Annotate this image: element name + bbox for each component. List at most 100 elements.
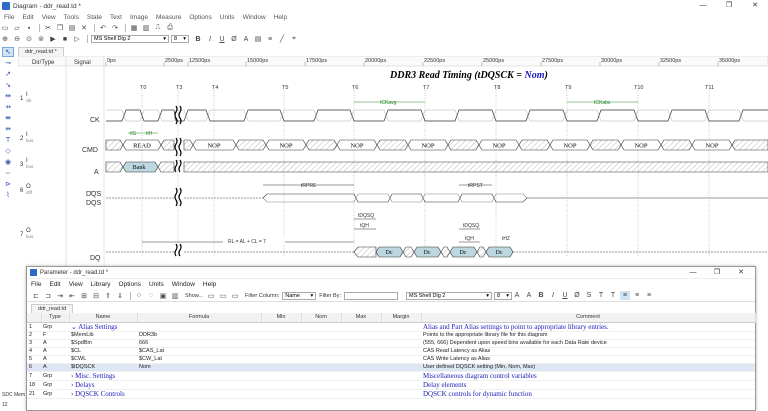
table-row[interactable]: 2 F $MemLib DDR3b Points to the appropri… <box>27 331 755 340</box>
redo-icon[interactable]: ↷ <box>110 24 120 33</box>
move-down-icon[interactable]: ⇓ <box>115 291 125 300</box>
row-name[interactable]: ⌄ Alias Settings <box>69 322 137 332</box>
row-comment[interactable]: User defined DQSCK setting (Min, Nom, Ma… <box>421 363 755 372</box>
row-comment[interactable]: CAS Read Latency as Alias <box>421 347 755 356</box>
menu-tools[interactable]: Tools <box>60 14 83 21</box>
italic-button[interactable]: I <box>205 35 215 44</box>
underline-button[interactable]: U <box>217 35 227 44</box>
maximize-button[interactable]: ❐ <box>716 0 742 12</box>
print-icon[interactable]: ⎙ <box>165 24 175 33</box>
column-header[interactable]: Min <box>261 313 302 323</box>
table-icon[interactable]: ▥ <box>141 24 151 33</box>
column-header[interactable]: Type <box>41 313 70 323</box>
font-size-select[interactable]: 8 ▾ <box>171 35 189 43</box>
move-up-icon[interactable]: ⇑ <box>103 291 113 300</box>
superscript-icon[interactable]: T <box>596 291 606 300</box>
row-formula[interactable] <box>137 380 261 390</box>
text-color-icon[interactable]: A <box>524 291 534 300</box>
row-comment[interactable]: Miscellaneous diagram control variables <box>421 371 755 381</box>
menu-window[interactable]: Window <box>239 14 270 21</box>
subscript-icon[interactable]: T <box>608 291 618 300</box>
row-name[interactable]: $SpdBin <box>69 339 137 348</box>
chevron-down-icon[interactable]: ⌄ <box>71 323 77 331</box>
row-formula[interactable]: $CW_Lat <box>137 355 261 364</box>
measure-tool-icon[interactable]: ⇔ <box>2 168 14 178</box>
signal-icon[interactable]: ⎍ <box>153 24 163 33</box>
bold-button[interactable]: B <box>536 291 546 300</box>
align-left-text-icon[interactable]: ≡ <box>619 291 630 300</box>
circle-icon[interactable]: ○ <box>134 291 144 300</box>
row-formula[interactable]: $CAS_Lat <box>137 347 261 356</box>
signal-name-dqs[interactable]: DQS <box>86 200 102 207</box>
edge-tool-icon[interactable]: ↘ <box>2 80 14 90</box>
view-icon[interactable]: ▭ <box>230 291 240 300</box>
row-name[interactable]: › Misc. Settings <box>69 371 137 381</box>
signal-name-ck[interactable]: CK <box>90 117 100 124</box>
insert-row-icon[interactable]: ⊞ <box>79 291 89 300</box>
pointer-tool-icon[interactable]: ↖ <box>2 47 14 57</box>
column-header[interactable]: Comment <box>421 313 756 323</box>
show-button[interactable]: Show... <box>185 293 203 299</box>
text-tool-icon[interactable]: T <box>2 135 14 145</box>
chevron-right-icon[interactable]: › <box>71 381 73 389</box>
delay-tool-icon[interactable]: ⇸ <box>2 102 14 112</box>
row-formula[interactable] <box>137 389 261 399</box>
view-icon[interactable]: ▭ <box>206 291 216 300</box>
zoom-in-icon[interactable]: ⊕ <box>0 35 10 44</box>
pin-icon[interactable]: ⌖ <box>289 35 299 44</box>
menu-measure[interactable]: Measure <box>152 14 185 21</box>
minimize-button[interactable]: — <box>681 267 705 279</box>
row-name[interactable]: $tDQSCK <box>69 363 137 372</box>
column-header[interactable]: Name <box>69 313 138 323</box>
text-color-icon[interactable]: A <box>512 291 522 300</box>
row-comment[interactable]: Delay elements <box>421 380 755 390</box>
open-folder-icon[interactable]: ▱ <box>12 24 22 33</box>
chevron-right-icon[interactable]: › <box>71 390 73 398</box>
menu-edit[interactable]: Edit <box>45 281 64 288</box>
menu-options[interactable]: Options <box>185 14 215 21</box>
row-formula[interactable]: DDR3b <box>137 331 261 340</box>
menu-image[interactable]: Image <box>126 14 152 21</box>
bus-tool-icon[interactable]: ⇹ <box>2 91 14 101</box>
play-icon[interactable]: ▶ <box>48 35 58 44</box>
row-comment[interactable]: Points to the appropriate library file f… <box>421 331 755 340</box>
table-row[interactable]: 1 Grp ⌄ Alias Settings Alias and Part Al… <box>27 322 755 332</box>
bold-button[interactable]: B <box>193 35 203 44</box>
outline-icon[interactable]: Ø <box>572 291 582 300</box>
italic-button[interactable]: I <box>548 291 558 300</box>
view-icon[interactable]: ▭ <box>218 291 228 300</box>
table-row[interactable]: 3 A $SpdBin 666 (555, 666) Dependent upo… <box>27 339 755 348</box>
row-comment[interactable]: DQSCK controls for dynamic function <box>421 389 755 399</box>
row-name[interactable]: › DQSCK Controls <box>69 389 137 399</box>
line-color-icon[interactable]: ╱ <box>277 35 287 44</box>
copy-icon[interactable]: ❐ <box>55 24 65 33</box>
stop-icon[interactable]: ■ <box>60 35 70 44</box>
align-center-icon[interactable]: ⊐ <box>43 291 53 300</box>
outdent-icon[interactable]: ⇤ <box>67 291 77 300</box>
state-tool-icon[interactable]: ◇ <box>2 146 14 156</box>
menu-options[interactable]: Options <box>115 281 145 288</box>
group-icon[interactable]: ▣ <box>158 291 168 300</box>
menu-view[interactable]: View <box>38 14 60 21</box>
maximize-button[interactable]: ❐ <box>705 267 729 279</box>
table-row-selected[interactable]: 6 A $tDQSCK Nom User defined DQSCK setti… <box>27 363 755 372</box>
table-row[interactable]: 7 Grp › Misc. Settings Miscellaneous dia… <box>27 371 755 381</box>
document-tab[interactable]: ddr_read.td * <box>18 47 64 56</box>
signal-name-dq[interactable]: DQ <box>90 255 101 262</box>
cut-icon[interactable]: ✂ <box>43 24 53 33</box>
signal-name-dqs-n[interactable]: DQS <box>86 191 102 198</box>
row-formula[interactable]: 666 <box>137 339 261 348</box>
parameter-document-tab[interactable]: ddr_read.td <box>31 304 74 313</box>
delete-row-icon[interactable]: ⊟ <box>91 291 101 300</box>
menu-units[interactable]: Units <box>216 14 239 21</box>
chevron-right-icon[interactable]: › <box>71 372 73 380</box>
signal-tool-icon[interactable]: ↗ <box>2 69 14 79</box>
row-name[interactable]: › Delays <box>69 380 137 390</box>
font-name-select[interactable]: MS Shell Dlg 2 ▾ <box>405 291 492 300</box>
save-icon[interactable]: ▪ <box>24 24 34 33</box>
gate-tool-icon[interactable]: ⊳ <box>2 179 14 189</box>
signal-name-cmd[interactable]: CMD <box>82 147 98 154</box>
step-icon[interactable]: ▷ <box>72 35 82 44</box>
close-button[interactable]: ✕ <box>729 267 753 279</box>
menu-units[interactable]: Units <box>145 281 168 288</box>
